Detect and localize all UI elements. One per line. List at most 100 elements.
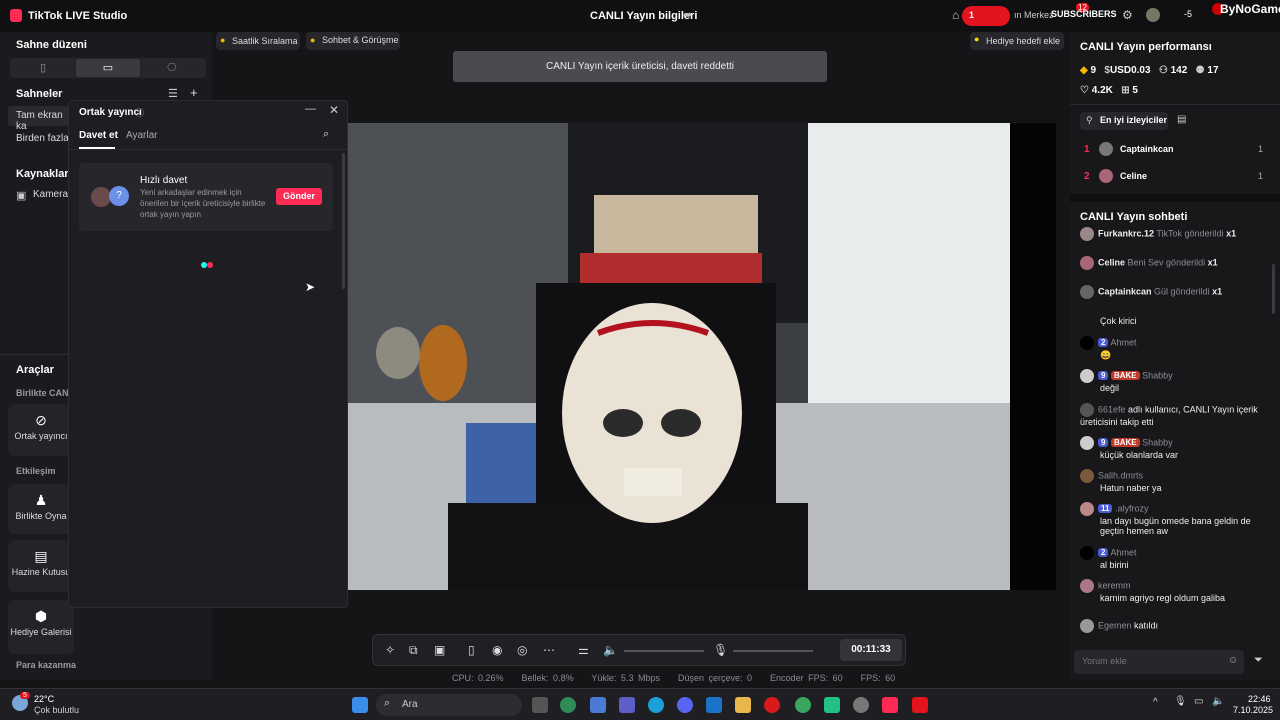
send-button[interactable]: Gönder (276, 188, 322, 205)
fan-badge: BAKE (1110, 371, 1140, 381)
chat-user[interactable]: Shabby (1142, 437, 1173, 447)
viewer-avatar (1099, 169, 1113, 183)
suggested-avatar (91, 187, 111, 207)
gift-sender[interactable]: Captainkcan (1098, 286, 1152, 296)
treasure-box-button[interactable]: ▤ Hazine Kutusu (8, 540, 74, 592)
emoji-icon[interactable]: ☺ (1228, 655, 1238, 666)
hourly-rank-chip[interactable]: ● Saatlik Sıralama (216, 32, 300, 50)
tray-chevron-icon[interactable]: ^ (1153, 697, 1158, 708)
chrome-icon[interactable] (560, 697, 576, 713)
tray-network-icon[interactable]: ▭ (1194, 696, 1203, 707)
scrollbar[interactable] (342, 153, 345, 289)
top-viewers-button[interactable]: ⚲ En iyi izleyiciler (1080, 112, 1168, 130)
list-icon[interactable]: ☰ (168, 87, 178, 100)
fps-stat: FPS: 60 (860, 673, 896, 683)
gift-gallery-button[interactable]: ⬢ Hediye Galerisi (8, 600, 74, 654)
mic-slider[interactable] (733, 650, 813, 652)
chat-user[interactable]: 661efe (1098, 404, 1126, 414)
sources-title: Kaynaklar (16, 168, 69, 180)
clock-time[interactable]: 22:46 (1248, 694, 1271, 704)
chat-user[interactable]: Ahmet (1110, 547, 1136, 557)
windows-start-icon[interactable] (352, 697, 368, 713)
steam-icon[interactable] (853, 697, 869, 713)
tray-mic-icon[interactable]: 🎙 (1174, 696, 1187, 707)
chat-user[interactable]: Egemen (1098, 620, 1132, 630)
chat-user[interactable]: Salih.dmrts (1098, 470, 1143, 480)
scene-item-multi[interactable]: Birden fazla (16, 133, 69, 144)
chat-user[interactable]: keremm (1098, 580, 1131, 590)
task-view-icon[interactable] (532, 697, 548, 713)
chrome-alt-icon[interactable] (795, 697, 811, 713)
upload-stat: Yükle: 5.3 Mbps (591, 673, 660, 683)
gift-sender[interactable]: Celine (1098, 257, 1125, 267)
notification-pill[interactable]: 1 (962, 6, 1010, 26)
microphone-icon[interactable]: 🎙 (713, 643, 728, 657)
toast-message: CANLI Yayın içerik üreticisi, daveti red… (453, 51, 827, 82)
discord-icon[interactable] (677, 697, 693, 713)
top-viewer-name[interactable]: Captainkcan (1120, 144, 1174, 154)
chat-meet-chip[interactable]: ● Sohbet & Görüşme (306, 32, 400, 50)
level-badge: 9 (1098, 438, 1109, 448)
subscribers-label[interactable]: SUBSCRIBERS (1051, 9, 1117, 19)
search-box[interactable]: ⌕ Ara (376, 694, 522, 716)
top-viewer-name[interactable]: Celine (1120, 171, 1147, 181)
cohost-tool-button[interactable]: ⊘ Ortak yayıncı (8, 404, 74, 456)
screen-icon[interactable]: ▣ (434, 643, 445, 657)
source-camera[interactable]: Kamera (33, 189, 68, 200)
explorer-icon[interactable] (735, 697, 751, 713)
store-icon[interactable] (590, 697, 606, 713)
record-icon[interactable]: ◉ (492, 643, 502, 657)
volume-slider[interactable] (624, 650, 704, 652)
scene-item-fullscreen[interactable]: Tam ekran ka (8, 106, 70, 132)
more-icon[interactable]: ⋯ (543, 643, 555, 657)
portrait-layout-icon[interactable]: ▯ (40, 61, 46, 74)
settings-icon[interactable]: ⚙ (1122, 8, 1133, 22)
comment-input[interactable]: Yorum ekle ☺ (1074, 650, 1244, 674)
title-bar: TikTok LIVE Studio CANLI Yayın bilgileri… (0, 0, 1280, 32)
clock-date[interactable]: 7.10.2025 (1233, 705, 1273, 715)
weather-text: Çok bulutlu (34, 705, 80, 715)
document-icon[interactable]: ▤ (1177, 114, 1186, 125)
magic-icon[interactable]: ✧ (385, 643, 395, 657)
edge-icon[interactable] (648, 697, 664, 713)
help-icon[interactable]: ⓘ (135, 106, 144, 119)
together-subtitle: Birlikte CANL (16, 388, 75, 398)
chat-message: 9 BAKE Shabby değil (1080, 369, 1270, 393)
memory-stat: Bellek: 0.8% (521, 673, 574, 683)
chat-user[interactable]: .alyfrozy (1115, 503, 1149, 513)
chat-user[interactable]: Ahmet (1110, 337, 1136, 347)
chat-scrollbar[interactable] (1272, 264, 1275, 314)
layout-add-icon[interactable]: ⧉ (409, 643, 418, 658)
volume-icon[interactable]: 🔈 (603, 643, 618, 657)
home-icon[interactable]: ⌂ (952, 8, 959, 22)
target-icon[interactable]: ◎ (517, 643, 527, 657)
phone-icon[interactable]: ▯ (468, 643, 475, 657)
opera-icon[interactable] (764, 697, 780, 713)
tab-settings[interactable]: Ayarlar (126, 130, 158, 141)
level-badge: 2 (1098, 338, 1109, 348)
rotate-layout-icon[interactable]: ⎔ (167, 61, 177, 74)
mixer-icon[interactable]: ⚌ (578, 643, 589, 657)
teams-icon[interactable] (619, 697, 635, 713)
youtube-icon[interactable] (912, 697, 928, 713)
gift-sender[interactable]: Furkankrc.12 (1098, 228, 1154, 238)
earn-subtitle: Para kazanma (16, 660, 77, 670)
close-icon[interactable]: ✕ (329, 103, 339, 117)
chat-user[interactable]: Shabby (1142, 370, 1173, 380)
tab-invite[interactable]: Davet et (79, 130, 118, 141)
minimize-icon[interactable]: — (305, 103, 316, 115)
share-icon[interactable]: ➦ (683, 8, 692, 21)
outlook-icon[interactable] (706, 697, 722, 713)
tray-volume-icon[interactable]: 🔈 (1212, 696, 1224, 707)
play-together-button[interactable]: ♟ Birlikte Oyna (8, 484, 74, 534)
avatar (1080, 256, 1094, 270)
tiktok-live-icon[interactable] (882, 697, 898, 713)
stream-info-button[interactable]: CANLI Yayın bilgileri (590, 10, 697, 22)
avatar[interactable] (1146, 8, 1160, 22)
gift-goal-chip[interactable]: ● Hediye hedefi ekle (970, 32, 1064, 50)
app-icon[interactable] (824, 697, 840, 713)
landscape-layout-icon[interactable]: ▭ (76, 59, 140, 77)
search-icon[interactable]: ⌕ (323, 128, 329, 141)
add-scene-icon[interactable]: + (190, 85, 198, 100)
filter-icon[interactable]: ⏷ (1254, 654, 1263, 667)
